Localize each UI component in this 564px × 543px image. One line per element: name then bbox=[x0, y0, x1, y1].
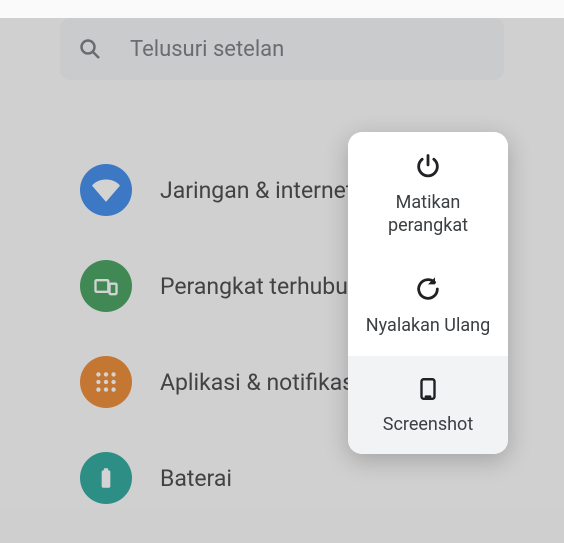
power-menu: Matikan perangkat Nyalakan Ulang Screens… bbox=[348, 132, 508, 454]
wifi-icon bbox=[80, 164, 132, 216]
screenshot-icon bbox=[415, 376, 441, 402]
power-item-label: Matikan perangkat bbox=[358, 192, 498, 237]
power-item-label: Screenshot bbox=[383, 414, 473, 437]
screenshot-button[interactable]: Screenshot bbox=[348, 356, 508, 455]
settings-item-label: Perangkat terhubung bbox=[160, 273, 374, 300]
settings-item-label: Aplikasi & notifikasi bbox=[160, 369, 360, 396]
power-icon bbox=[414, 152, 442, 180]
settings-item-label: Baterai bbox=[160, 465, 232, 492]
search-bar[interactable]: Telusuri setelan bbox=[60, 18, 504, 80]
settings-item-label: Jaringan & internet bbox=[160, 177, 353, 204]
settings-item-battery[interactable]: Baterai bbox=[80, 452, 524, 504]
devices-icon bbox=[80, 260, 132, 312]
apps-icon bbox=[80, 356, 132, 408]
power-off-button[interactable]: Matikan perangkat bbox=[348, 132, 508, 255]
restart-button[interactable]: Nyalakan Ulang bbox=[348, 255, 508, 356]
power-item-label: Nyalakan Ulang bbox=[366, 315, 490, 338]
search-placeholder: Telusuri setelan bbox=[130, 37, 284, 62]
restart-icon bbox=[414, 275, 442, 303]
search-icon bbox=[78, 37, 102, 61]
battery-icon bbox=[80, 452, 132, 504]
